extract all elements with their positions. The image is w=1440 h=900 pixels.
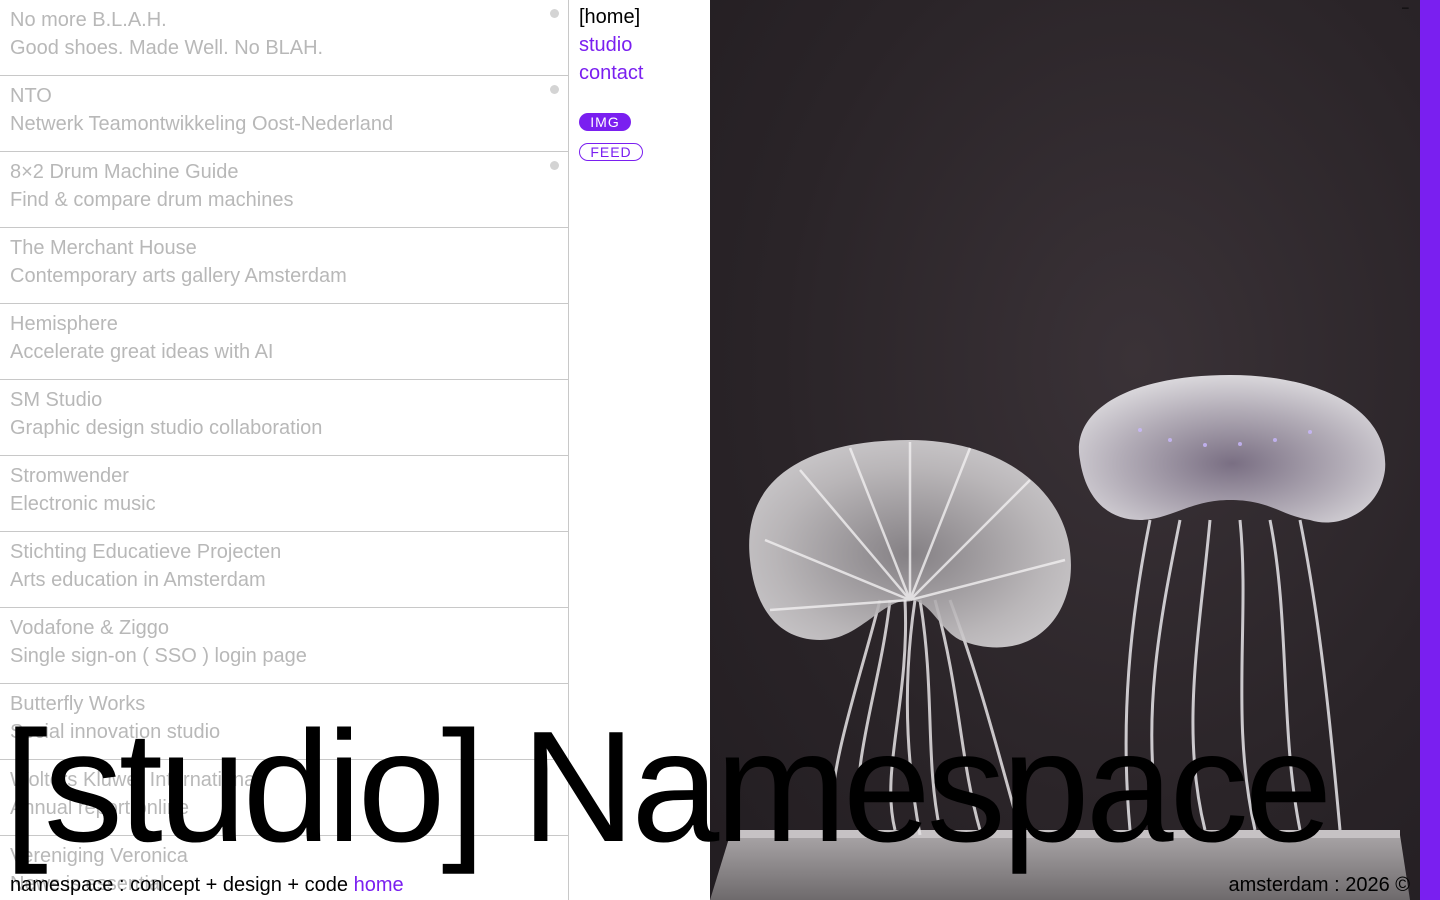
footer-tagline-text: namespace : concept + design + code [10,874,349,896]
footer-location: amsterdam : 2026 © [1228,874,1410,896]
project-title: Stromwender [10,465,129,487]
new-indicator-dot-icon [550,85,559,94]
img-filter-button[interactable]: IMG [579,113,631,131]
footer-home-link[interactable]: home [354,874,404,896]
corner-mark: – [1402,0,1409,14]
project-subtitle: Netwerk Teamontwikkeling Oost-Nederland [10,113,394,135]
nav-home-link[interactable]: [home] [579,3,699,31]
project-title: The Merchant House [10,237,197,259]
new-indicator-dot-icon [550,161,559,170]
project-item[interactable]: NTO Netwerk Teamontwikkeling Oost-Nederla… [0,76,568,152]
project-title: No more B.L.A.H. [10,9,167,31]
main-nav: [home] studio contact [579,3,699,87]
footer-tagline: namespace : concept + design + code home [10,872,404,898]
project-title: Vodafone & Ziggo [10,617,170,639]
studio-headline: [studio] Namespace [4,699,1332,875]
project-subtitle: Single sign-on ( SSO ) login page [10,645,307,667]
nav-studio-link[interactable]: studio [579,31,699,59]
project-title: NTO [10,85,52,107]
project-subtitle: Graphic design studio collaboration [10,417,323,439]
project-item[interactable]: The Merchant House Contemporary arts gall… [0,228,568,304]
project-title: SM Studio [10,389,103,411]
project-subtitle: Good shoes. Made Well. No BLAH. [10,37,324,59]
nav-contact-link[interactable]: contact [579,59,699,87]
view-filters: IMG FEED [579,113,643,173]
project-title: Hemisphere [10,313,118,335]
project-subtitle: Accelerate great ideas with AI [10,341,274,363]
project-item[interactable]: SM Studio Graphic design studio collabora… [0,380,568,456]
project-subtitle: Contemporary arts gallery Amsterdam [10,265,347,287]
project-subtitle: Arts education in Amsterdam [10,569,266,591]
accent-bar [1420,0,1440,900]
project-title: Stichting Educatieve Projecten [10,541,282,563]
project-item[interactable]: Stromwender Electronic music [0,456,568,532]
project-item[interactable]: Stichting Educatieve Projecten Arts educa… [0,532,568,608]
project-item[interactable]: 8×2 Drum Machine Guide Find & compare dru… [0,152,568,228]
new-indicator-dot-icon [550,9,559,18]
project-subtitle: Electronic music [10,493,156,515]
project-item[interactable]: Hemisphere Accelerate great ideas with AI [0,304,568,380]
project-subtitle: Find & compare drum machines [10,189,294,211]
project-item[interactable]: Vodafone & Ziggo Single sign-on ( SSO ) l… [0,608,568,684]
feed-filter-button[interactable]: FEED [579,143,643,161]
project-title: 8×2 Drum Machine Guide [10,161,239,183]
project-item[interactable]: No more B.L.A.H. Good shoes. Made Well. N… [0,0,568,76]
